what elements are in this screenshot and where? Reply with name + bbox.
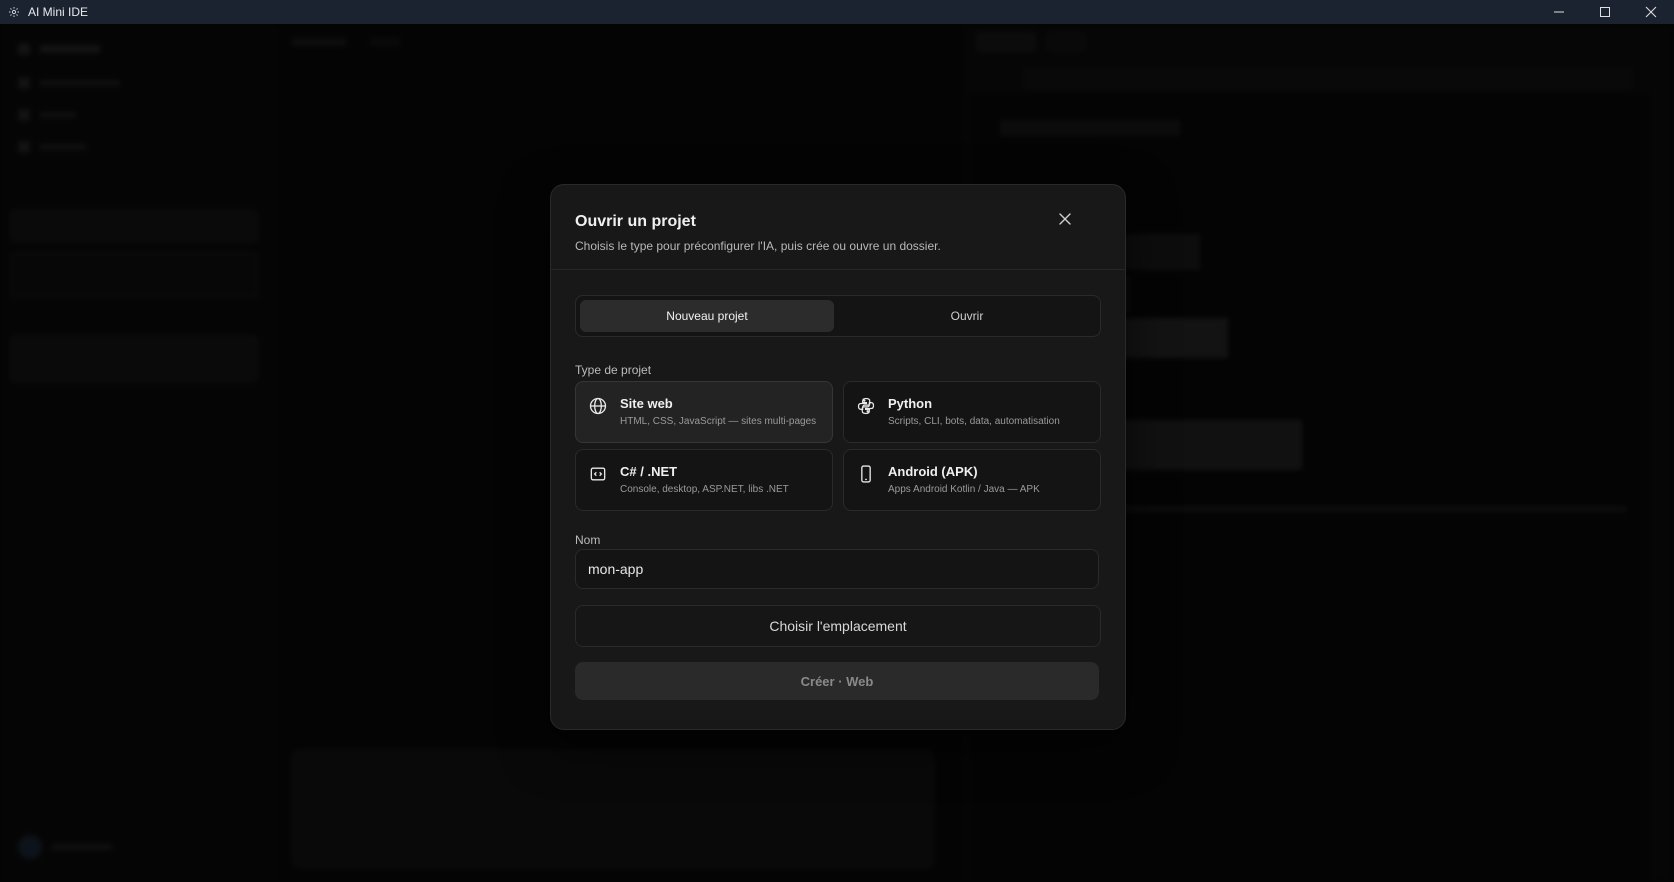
project-type-python[interactable]: Python Scripts, CLI, bots, data, automat… <box>843 381 1101 443</box>
dialog-title: Ouvrir un projet <box>575 213 696 230</box>
project-type-description: Console, desktop, ASP.NET, libs .NET <box>620 484 789 495</box>
dialog-subtitle: Choisis le type pour préconfigurer l'IA,… <box>575 239 941 253</box>
window-title: AI Mini IDE <box>28 5 89 19</box>
code-window-icon <box>588 464 608 484</box>
close-icon <box>1059 213 1071 225</box>
project-name-input[interactable] <box>575 549 1099 589</box>
window-titlebar: AI Mini IDE <box>0 0 1674 24</box>
open-project-dialog: Ouvrir un projet Choisis le type pour pr… <box>550 184 1126 730</box>
project-type-web[interactable]: Site web HTML, CSS, JavaScript — sites m… <box>575 381 833 443</box>
gear-icon <box>2 0 26 24</box>
project-type-description: HTML, CSS, JavaScript — sites multi-page… <box>620 416 817 427</box>
smartphone-icon <box>856 464 876 484</box>
project-type-android[interactable]: Android (APK) Apps Android Kotlin / Java… <box>843 449 1101 511</box>
dialog-close-button[interactable] <box>1051 205 1079 233</box>
choose-location-button[interactable]: Choisir l'emplacement <box>575 605 1101 647</box>
project-type-label: Type de projet <box>575 363 652 377</box>
project-type-title: Python <box>888 396 933 411</box>
create-project-button[interactable]: Créer · Web <box>575 662 1099 700</box>
close-icon <box>1645 6 1657 18</box>
minimize-icon <box>1554 11 1564 13</box>
tab-open[interactable]: Ouvrir <box>838 300 1096 332</box>
globe-icon <box>588 396 608 416</box>
minimize-button[interactable] <box>1536 0 1582 24</box>
project-type-title: C# / .NET <box>620 464 678 479</box>
maximize-button[interactable] <box>1582 0 1628 24</box>
window-close-button[interactable] <box>1628 0 1674 24</box>
python-icon <box>856 396 876 416</box>
project-type-title: Android (APK) <box>888 464 978 479</box>
tab-new-project[interactable]: Nouveau projet <box>580 300 834 332</box>
project-type-description: Scripts, CLI, bots, data, automatisation <box>888 416 1060 427</box>
mode-tabs: Nouveau projet Ouvrir <box>575 295 1101 337</box>
project-type-title: Site web <box>620 396 673 411</box>
dialog-header: Ouvrir un projet Choisis le type pour pr… <box>551 185 1125 270</box>
maximize-icon <box>1600 7 1610 17</box>
name-label: Nom <box>575 533 601 547</box>
project-type-description: Apps Android Kotlin / Java — APK <box>888 484 1040 495</box>
project-type-dotnet[interactable]: C# / .NET Console, desktop, ASP.NET, lib… <box>575 449 833 511</box>
